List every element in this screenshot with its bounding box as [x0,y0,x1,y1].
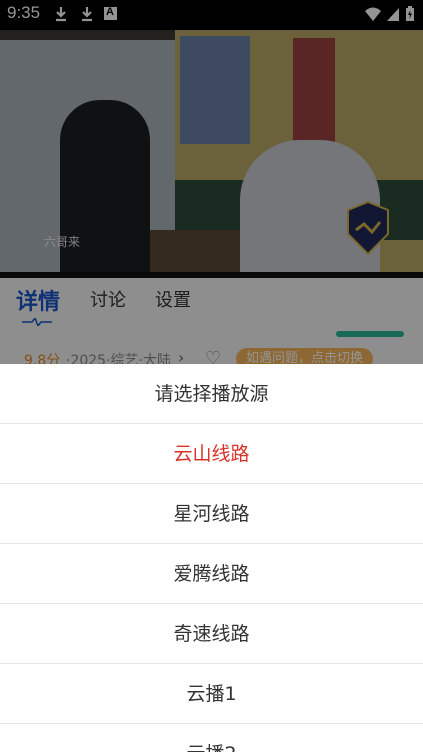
source-option-xinghe[interactable]: 星河线路 [0,484,423,544]
source-picker-sheet: 请选择播放源 云山线路 星河线路 爱腾线路 奇速线路 云播1 云播2 [0,364,423,752]
source-option-yunbo2[interactable]: 云播2 [0,724,423,752]
source-option-yunbo1[interactable]: 云播1 [0,664,423,724]
source-option-qisu[interactable]: 奇速线路 [0,604,423,664]
source-option-aiteng[interactable]: 爱腾线路 [0,544,423,604]
sheet-title: 请选择播放源 [0,364,423,424]
source-option-yunshan[interactable]: 云山线路 [0,424,423,484]
